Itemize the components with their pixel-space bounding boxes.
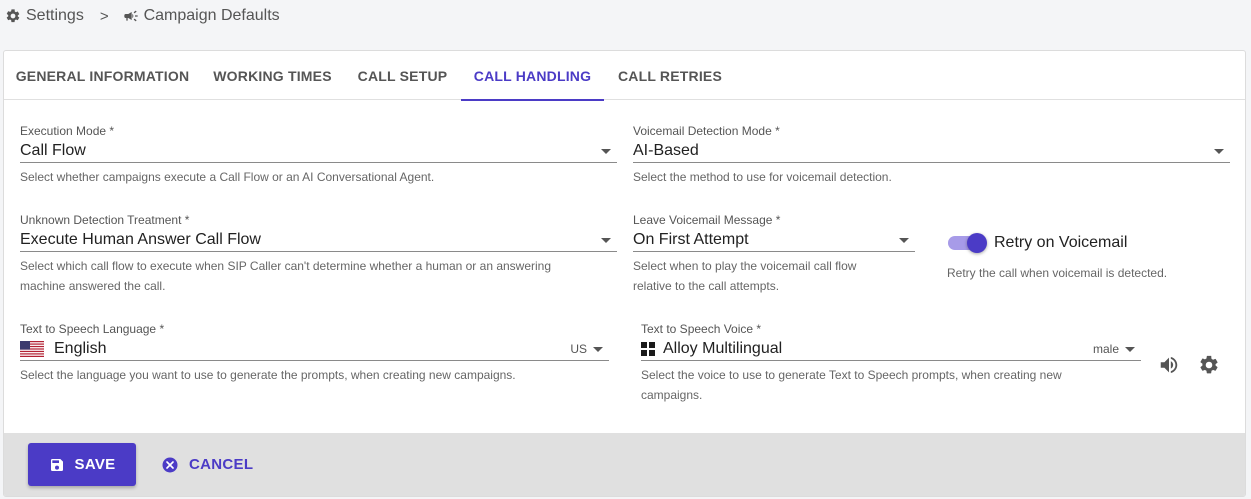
helper-line: Select the voice to use to generate Text… [641, 368, 1062, 382]
tts-language-select[interactable]: English US [20, 338, 609, 361]
toggle-switch[interactable] [948, 233, 987, 253]
select-value: AI-Based [633, 142, 699, 159]
select-value: On First Attempt [633, 231, 749, 248]
field-label: Leave Voicemail Message * [633, 213, 781, 227]
select-value: English [54, 340, 107, 357]
helper-line: relative to the call attempts. [633, 279, 780, 293]
tts-voice-select[interactable]: Alloy Multilingual male [641, 338, 1141, 361]
save-button[interactable]: SAVE [28, 443, 136, 486]
select-value: Execute Human Answer Call Flow [20, 231, 261, 248]
cancel-button[interactable]: CANCEL [161, 443, 253, 486]
breadcrumb-label: Settings [26, 7, 84, 24]
play-voice-button[interactable] [1158, 354, 1180, 376]
voicemail-detection-mode-select[interactable]: AI-Based [633, 140, 1230, 163]
form-footer: SAVE CANCEL [4, 433, 1245, 496]
retry-on-voicemail-toggle[interactable]: Retry on Voicemail [948, 233, 1128, 253]
field-label: Unknown Detection Treatment * [20, 213, 190, 227]
settings-card: GENERAL INFORMATION WORKING TIMES CALL S… [3, 50, 1246, 497]
tab-bar: GENERAL INFORMATION WORKING TIMES CALL S… [4, 51, 1245, 101]
dropdown-arrow-icon [1125, 346, 1135, 352]
select-value: Call Flow [20, 142, 86, 159]
field-label: Execution Mode * [20, 124, 115, 138]
toggle-helper-text: Retry the call when voicemail is detecte… [947, 266, 1168, 280]
dropdown-arrow-icon [899, 237, 909, 243]
dropdown-arrow-icon [601, 237, 611, 243]
windows-logo-icon [641, 342, 655, 356]
helper-line: machine answered the call. [20, 279, 166, 293]
megaphone-icon [123, 10, 138, 22]
tab-call-retries[interactable]: CALL RETRIES [604, 51, 736, 100]
breadcrumb-settings[interactable]: Settings [5, 7, 84, 25]
toggle-knob [967, 233, 987, 253]
tab-call-handling[interactable]: CALL HANDLING [461, 51, 604, 101]
breadcrumb: Settings > Campaign Defaults [5, 5, 280, 27]
us-flag-icon [20, 341, 44, 357]
breadcrumb-campaign-defaults: Campaign Defaults [123, 7, 280, 25]
leave-voicemail-message-field: Leave Voicemail Message * On First Attem… [633, 213, 915, 296]
locale-suffix: US [570, 342, 587, 356]
select-value: Alloy Multilingual [663, 340, 783, 357]
gear-icon [1200, 355, 1218, 374]
volume-icon [1160, 356, 1178, 374]
field-label: Voicemail Detection Mode * [633, 124, 780, 138]
helper-line: Select which call flow to execute when S… [20, 259, 552, 273]
save-label: SAVE [74, 456, 116, 473]
helper-text: Select whether campaigns execute a Call … [20, 170, 435, 184]
toggle-label: Retry on Voicemail [994, 234, 1128, 251]
field-label: Text to Speech Language * [20, 322, 165, 336]
leave-voicemail-message-select[interactable]: On First Attempt [633, 229, 915, 252]
helper-text: Select the voice to use to generate Text… [641, 365, 1141, 405]
dropdown-arrow-icon [601, 148, 611, 154]
tab-general-information[interactable]: GENERAL INFORMATION [4, 51, 201, 100]
tab-call-setup[interactable]: CALL SETUP [344, 51, 461, 100]
execution-mode-select[interactable]: Call Flow [20, 140, 617, 163]
helper-text: Select which call flow to execute when S… [20, 256, 617, 296]
unknown-detection-treatment-field: Unknown Detection Treatment * Execute Hu… [20, 213, 617, 296]
voice-settings-button[interactable] [1198, 354, 1220, 376]
dropdown-arrow-icon [1214, 148, 1224, 154]
helper-text: Select the method to use for voicemail d… [633, 170, 892, 184]
voicemail-detection-mode-field: Voicemail Detection Mode * AI-Based Sele… [633, 124, 1230, 187]
gender-suffix: male [1092, 342, 1119, 356]
tts-voice-field: Text to Speech Voice * Alloy Multilingua… [641, 322, 1141, 405]
unknown-detection-treatment-select[interactable]: Execute Human Answer Call Flow [20, 229, 617, 252]
helper-text: Select when to play the voicemail call f… [633, 256, 915, 296]
cancel-label: CANCEL [189, 456, 254, 473]
dropdown-arrow-icon [593, 346, 603, 352]
breadcrumb-label: Campaign Defaults [143, 7, 280, 24]
cancel-circle-icon [162, 457, 178, 472]
helper-line: campaigns. [641, 388, 703, 402]
breadcrumb-separator: > [99, 7, 109, 25]
floppy-disk-icon [50, 458, 63, 471]
helper-text: Select the language you want to use to g… [20, 368, 516, 382]
tts-language-field: Text to Speech Language * English US Sel… [20, 322, 609, 385]
tab-working-times[interactable]: WORKING TIMES [201, 51, 344, 100]
helper-line: Select when to play the voicemail call f… [633, 259, 857, 273]
gear-icon [6, 9, 20, 23]
field-label: Text to Speech Voice * [641, 322, 762, 336]
execution-mode-field: Execution Mode * Call Flow Select whethe… [20, 124, 617, 187]
